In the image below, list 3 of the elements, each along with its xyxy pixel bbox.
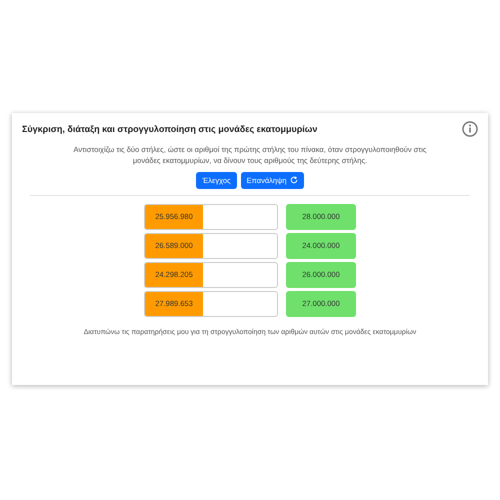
info-icon[interactable] — [462, 121, 478, 137]
reload-icon — [290, 176, 298, 184]
activity-title: Σύγκριση, διάταξη και στρογγυλοποίηση στις μονάδες εκατομμυρίων — [22, 124, 318, 134]
